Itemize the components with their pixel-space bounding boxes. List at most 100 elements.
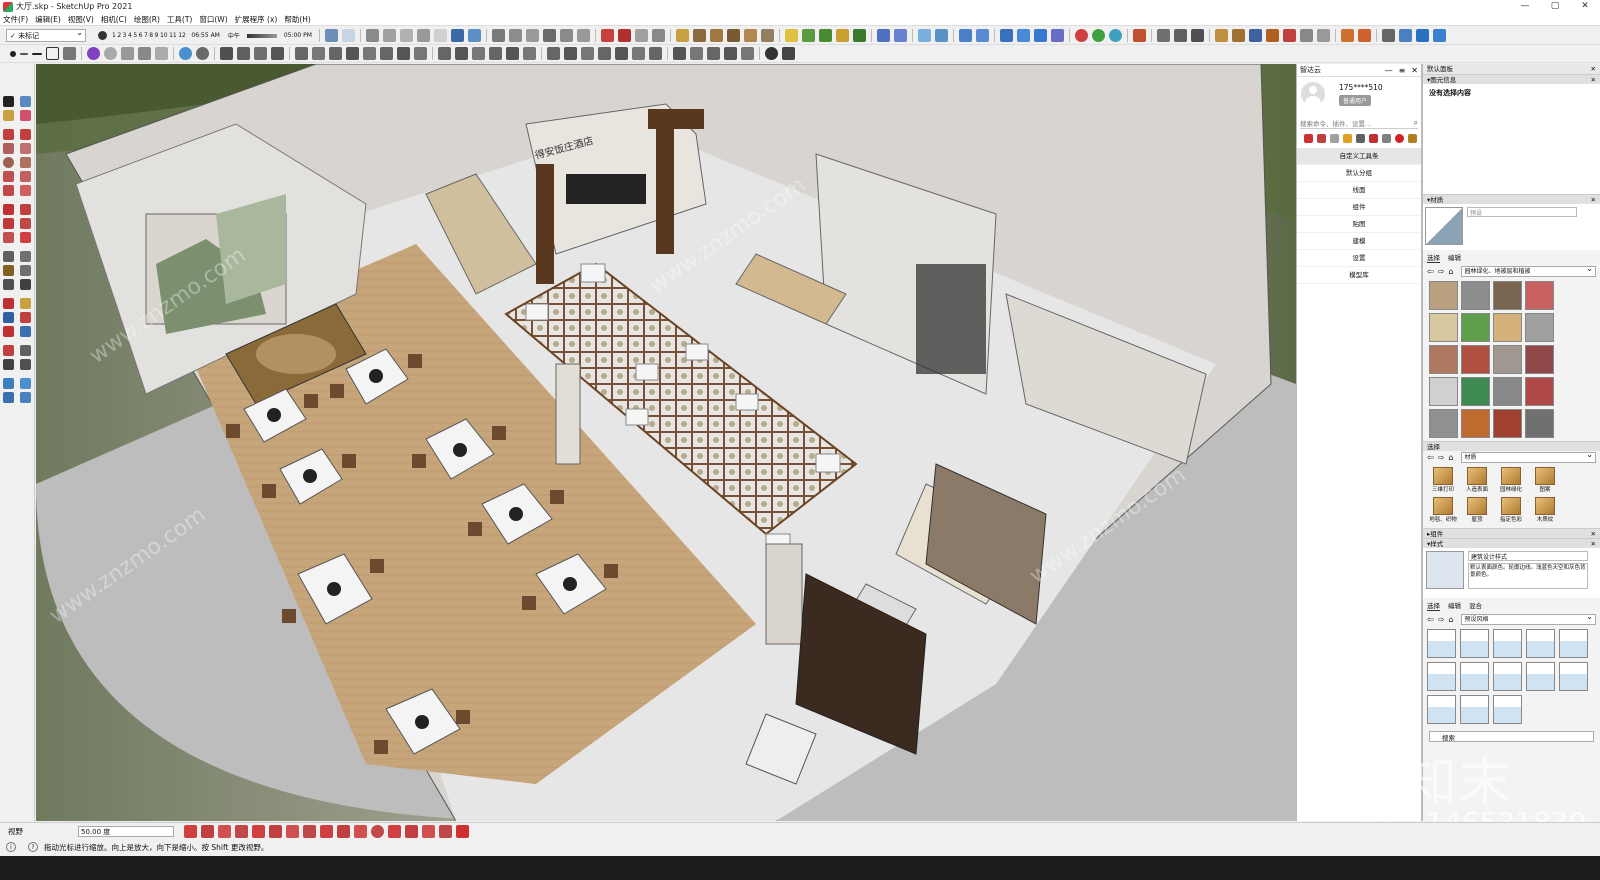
export-scene-icon[interactable]	[456, 824, 469, 838]
globe-icon[interactable]	[1415, 29, 1429, 42]
shadow-time-slider[interactable]	[246, 33, 277, 38]
entity-info-header[interactable]: ▾ 图元信息 ✕	[1423, 74, 1600, 84]
flip-icon[interactable]	[743, 29, 757, 42]
move-icon[interactable]	[1173, 29, 1187, 42]
maximize-button[interactable]: ▢	[1540, 0, 1570, 13]
search-icon[interactable]: ⌕	[1414, 118, 1418, 128]
scene-6-icon[interactable]	[269, 824, 282, 838]
box-icon[interactable]	[1214, 29, 1228, 42]
tab-style-mix[interactable]: 混合	[1469, 600, 1482, 611]
protractor-tool-icon[interactable]	[3, 265, 14, 276]
cube-blue-icon[interactable]	[1248, 29, 1262, 42]
vray-icon[interactable]	[1132, 29, 1146, 42]
tray-close-icon[interactable]: ✕	[1591, 64, 1596, 74]
wrench-quick-icon[interactable]	[1408, 134, 1417, 143]
scene-3-icon[interactable]	[218, 824, 231, 838]
forward-arrow-icon[interactable]: ⇨	[1438, 615, 1445, 624]
menu-camera[interactable]: 相机(C)	[101, 14, 127, 25]
follow-me-icon[interactable]	[329, 47, 342, 60]
style-category-select[interactable]: 预设风格	[1461, 612, 1596, 625]
zoom-window-icon[interactable]	[20, 312, 31, 323]
text-icon[interactable]	[506, 47, 519, 60]
rectangle-tool-icon[interactable]	[3, 143, 14, 154]
material-thumb[interactable]	[1525, 377, 1554, 406]
brush-icon[interactable]	[1316, 29, 1330, 42]
scale-tool-icon[interactable]	[3, 232, 14, 243]
style-thumb[interactable]	[1493, 695, 1522, 724]
two-point-arc-icon[interactable]	[20, 171, 31, 182]
back-arrow-icon[interactable]: ⇦	[1427, 453, 1434, 462]
cloud-search-input[interactable]: 搜索命令、插件、设置... ⌕	[1300, 117, 1418, 129]
3d-text-tool-icon[interactable]	[20, 279, 31, 290]
zoom-tool-icon[interactable]	[3, 312, 14, 323]
roof-icon[interactable]	[547, 47, 560, 60]
menu-help[interactable]: 帮助(H)	[284, 14, 311, 25]
dimension-icon[interactable]	[489, 47, 502, 60]
move-tool-icon[interactable]	[3, 204, 14, 215]
array-quick-icon[interactable]	[1330, 134, 1339, 143]
scene-14-icon[interactable]	[422, 824, 435, 838]
material-thumb[interactable]	[1461, 345, 1490, 374]
material-thumb[interactable]	[1493, 345, 1522, 374]
rectangle-icon[interactable]	[46, 47, 59, 60]
panel-minimize-icon[interactable]: —	[1385, 66, 1393, 75]
text-tool-icon[interactable]	[20, 265, 31, 276]
three-point-arc-icon[interactable]	[3, 185, 14, 196]
position-camera-icon[interactable]	[3, 345, 14, 356]
sandbox-icon[interactable]	[675, 29, 689, 42]
fence-icon[interactable]	[649, 47, 662, 60]
menu-custom-toolbar[interactable]: 自定义工具条	[1297, 148, 1421, 165]
back-arrow-icon[interactable]: ⇦	[1427, 267, 1434, 276]
home-icon[interactable]: ⌂	[1448, 615, 1453, 624]
look-icon[interactable]	[196, 47, 209, 60]
house-icon[interactable]	[559, 29, 573, 42]
export-icon[interactable]	[1340, 29, 1354, 42]
solid-outer-shell-icon[interactable]	[784, 29, 798, 42]
purple-icon[interactable]	[87, 47, 100, 60]
menu-components[interactable]: 组件	[1297, 199, 1421, 216]
square-target-icon[interactable]	[782, 47, 795, 60]
shield-icon[interactable]	[1050, 29, 1064, 42]
menu-file[interactable]: 文件(F)	[3, 14, 28, 25]
scene-7-icon[interactable]	[286, 824, 299, 838]
scene-10-icon[interactable]	[337, 824, 350, 838]
record-icon[interactable]	[1074, 29, 1088, 42]
layers-icon[interactable]	[1398, 29, 1412, 42]
tab-style-edit[interactable]: 编辑	[1448, 600, 1461, 611]
menu-edit[interactable]: 编辑(E)	[35, 14, 61, 25]
polygon-icon[interactable]	[380, 47, 393, 60]
cloud-upload-icon[interactable]	[934, 29, 948, 42]
material-name-field[interactable]: 预设	[1467, 207, 1577, 217]
tag-icon[interactable]	[1282, 29, 1296, 42]
measure-input[interactable]: 50.00 度	[78, 825, 174, 837]
style-description-field[interactable]: 默认表面颜色。轮廓边线。浅蓝色天空和灰色背景颜色。	[1468, 563, 1588, 589]
geo-icon[interactable]	[1432, 29, 1446, 42]
tape-tool-icon[interactable]	[3, 251, 14, 262]
rotated-rect-icon[interactable]	[20, 143, 31, 154]
close-button[interactable]: ✕	[1570, 0, 1600, 13]
collection-item[interactable]: 三维打印	[1427, 467, 1459, 495]
paint-bucket-icon[interactable]	[98, 31, 107, 40]
explode-quick-icon[interactable]	[1369, 134, 1378, 143]
extension-warehouse-icon[interactable]	[876, 29, 890, 42]
paint-quick-icon[interactable]	[1343, 134, 1352, 143]
ruler-icon[interactable]	[254, 47, 267, 60]
arrows-icon[interactable]	[1381, 29, 1395, 42]
collection-item[interactable]: 指定色彩	[1495, 497, 1527, 525]
scene-12-icon[interactable]	[388, 824, 401, 838]
stamp-icon[interactable]	[692, 29, 706, 42]
avatar[interactable]	[1301, 82, 1325, 106]
pie-icon[interactable]	[20, 185, 31, 196]
monochrome-icon[interactable]	[467, 29, 481, 42]
hidden-line-icon[interactable]	[416, 29, 430, 42]
top-view-icon[interactable]	[341, 29, 355, 42]
axes-icon[interactable]	[472, 47, 485, 60]
freehand-tool-icon[interactable]	[20, 129, 31, 140]
minimize-button[interactable]: —	[1510, 0, 1540, 13]
section-plane-icon[interactable]	[600, 29, 614, 42]
line-icon[interactable]	[20, 52, 28, 55]
scissors-icon[interactable]	[1299, 29, 1313, 42]
arc-icon[interactable]	[363, 47, 376, 60]
material-thumb[interactable]	[1429, 377, 1458, 406]
home-icon[interactable]: ⌂	[1448, 267, 1453, 276]
